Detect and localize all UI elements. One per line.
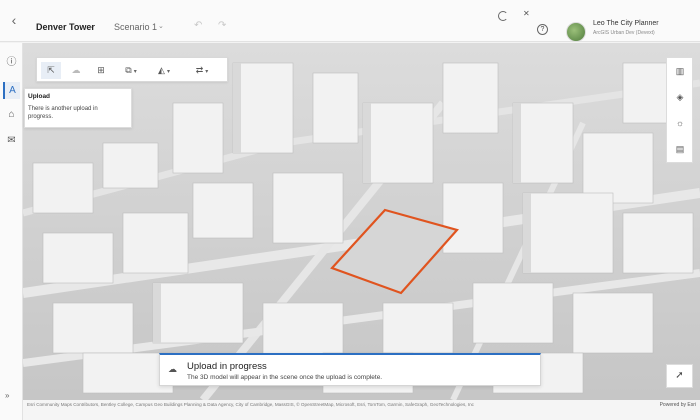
design-toolbar: ⇱ ☁ ⊞ ⧉ ▾ ◭ ▾ ⇄ ▾ xyxy=(36,57,228,82)
building-icon[interactable]: ⌂ xyxy=(3,106,20,123)
upload-notice: ☁ Upload in progress The 3D model will a… xyxy=(159,353,541,386)
chevron-down-icon: ▾ xyxy=(166,69,170,75)
chevron-left-icon[interactable]: ‹ xyxy=(6,12,22,28)
expand-icon[interactable]: » xyxy=(5,391,9,400)
close-icon[interactable]: ✕ xyxy=(523,9,530,18)
comment-icon[interactable]: ✉ xyxy=(3,132,20,149)
scenario-selector[interactable]: Scenario 1 xyxy=(114,22,157,32)
right-rail: ▥ ◈ ☼ ▤ xyxy=(666,57,693,163)
project-title[interactable]: Denver Tower xyxy=(36,22,95,32)
sun-icon[interactable]: ☼ xyxy=(672,115,688,131)
user-name[interactable]: Leo The City Planner xyxy=(593,20,659,27)
upload-notice-title: Upload in progress xyxy=(187,361,267,372)
tooltip-title: Upload xyxy=(28,93,51,100)
user-org: ArcGIS Urban Dev (Devext) xyxy=(593,30,655,36)
upload-icon: ☁ xyxy=(168,364,177,374)
upload-tooltip: Upload There is another upload in progre… xyxy=(24,88,132,128)
chevron-down-icon[interactable]: ⌄ xyxy=(88,22,94,30)
avatar[interactable] xyxy=(566,22,586,42)
help-icon[interactable]: ? xyxy=(537,24,548,35)
cube-icon[interactable]: ⧉ ▾ xyxy=(117,62,145,79)
upload-icon[interactable]: ☁ xyxy=(66,62,86,79)
design-icon[interactable]: A xyxy=(3,82,20,99)
chart-icon[interactable]: ▥ xyxy=(672,63,688,79)
shapes-icon[interactable]: ◭ ▾ xyxy=(150,62,178,79)
chevron-down-icon: ▾ xyxy=(205,69,209,75)
attribution-text[interactable]: Esri Community Maps Contributors, Bentle… xyxy=(27,402,474,407)
upload-notice-body: The 3D model will appear in the scene on… xyxy=(187,374,383,381)
measure-icon[interactable]: ⇄ ▾ xyxy=(187,62,217,79)
compass-icon[interactable]: ➚ xyxy=(666,364,693,388)
layers-edit-icon[interactable]: ⊞ xyxy=(91,62,111,79)
chevron-down-icon[interactable]: ⌄ xyxy=(158,22,164,30)
redo-icon[interactable]: ↷ xyxy=(218,20,226,31)
app-header: ‹ Denver Tower ⌄ Scenario 1 ⌄ ↶ ↷ ? Leo … xyxy=(0,0,700,42)
terrain-icon[interactable]: ▤ xyxy=(672,141,688,157)
chevron-down-icon: ▾ xyxy=(133,69,137,75)
powered-by[interactable]: Powered by Esri xyxy=(659,402,696,408)
left-rail: ⓘ A ⌂ ✉ » xyxy=(0,43,23,420)
select-icon[interactable]: ⇱ xyxy=(41,62,61,79)
tooltip-body: There is another upload in progress. xyxy=(28,106,98,120)
layers-icon[interactable]: ◈ xyxy=(672,89,688,105)
map-attribution: Esri Community Maps Contributors, Bentle… xyxy=(23,400,700,420)
info-icon[interactable]: ⓘ xyxy=(3,54,20,71)
undo-icon[interactable]: ↶ xyxy=(194,20,202,31)
loading-icon xyxy=(498,11,508,21)
